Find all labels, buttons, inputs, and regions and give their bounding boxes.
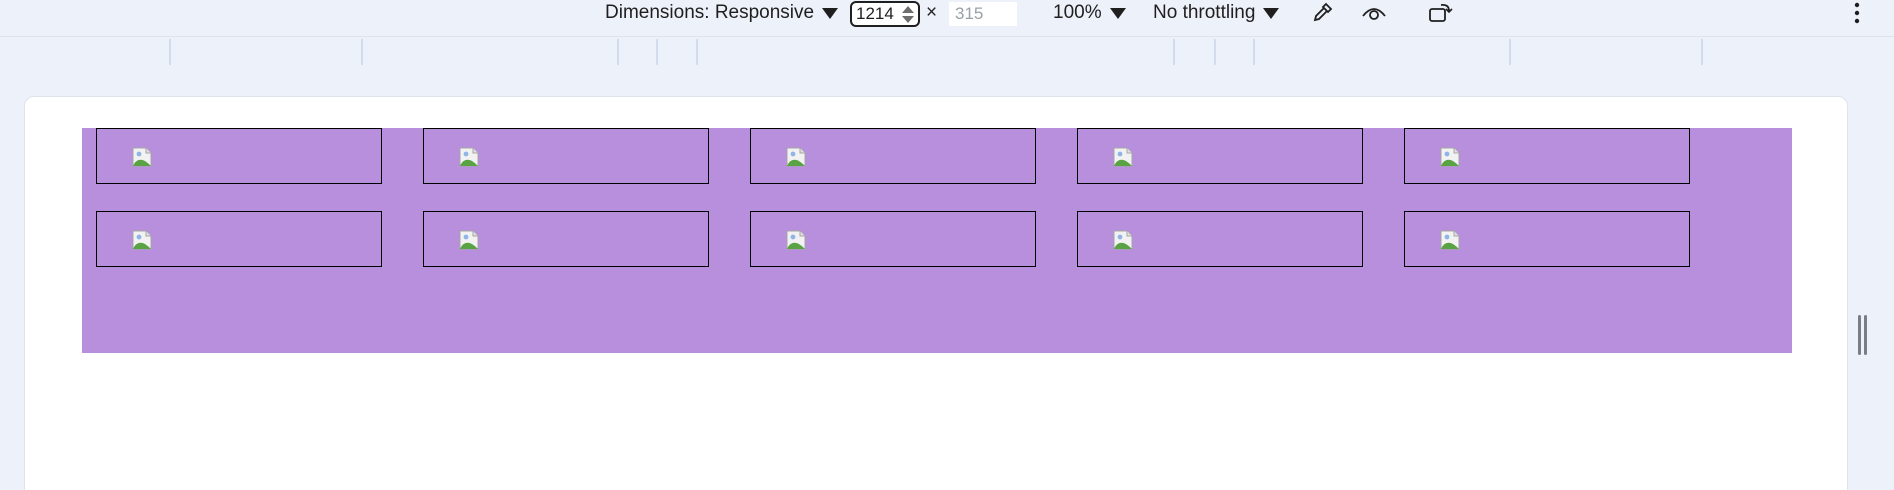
broken-image-icon — [1112, 146, 1134, 168]
width-input[interactable]: 1214 — [850, 1, 920, 27]
grid-cell — [423, 128, 709, 184]
broken-image-icon — [458, 146, 480, 168]
dimensions-label: Dimensions: Responsive — [605, 2, 815, 23]
rotate-icon[interactable] — [1425, 0, 1455, 26]
spinner-icon[interactable] — [901, 4, 915, 26]
dimensions-dropdown[interactable]: Dimensions: Responsive — [605, 0, 839, 26]
devtools-toolbar: Dimensions: Responsive 1214 × 315 100% N… — [0, 0, 1894, 36]
media-query-ruler — [0, 36, 1894, 66]
broken-image-icon — [131, 146, 153, 168]
grid-cell — [1404, 128, 1690, 184]
caret-down-icon — [1109, 7, 1126, 19]
grid-cell — [1077, 128, 1363, 184]
broken-image-icon — [785, 146, 807, 168]
width-value: 1214 — [856, 4, 894, 23]
broken-image-icon — [785, 229, 807, 251]
broken-image-icon — [131, 229, 153, 251]
height-input[interactable]: 315 — [949, 2, 1017, 26]
height-placeholder: 315 — [955, 4, 984, 23]
throttling-dropdown[interactable]: No throttling — [1153, 0, 1280, 26]
grid-cell — [1404, 211, 1690, 267]
broken-image-icon — [1439, 146, 1461, 168]
grid-container — [82, 128, 1792, 353]
zoom-dropdown[interactable]: 100% — [1053, 0, 1126, 26]
caret-down-icon — [1263, 7, 1280, 19]
eyedropper-icon[interactable] — [1307, 0, 1337, 26]
caret-down-icon — [822, 7, 839, 19]
grid-cell — [1077, 211, 1363, 267]
broken-image-icon — [1439, 229, 1461, 251]
times-symbol: × — [926, 2, 938, 23]
grid-cell — [750, 128, 1036, 184]
throttling-label: No throttling — [1153, 2, 1256, 23]
more-vert-icon[interactable] — [1842, 0, 1872, 26]
resize-handle[interactable] — [1858, 315, 1868, 355]
eye-icon[interactable] — [1359, 0, 1389, 26]
grid-cell — [423, 211, 709, 267]
broken-image-icon — [458, 229, 480, 251]
broken-image-icon — [1112, 229, 1134, 251]
grid-cell — [96, 128, 382, 184]
zoom-label: 100% — [1053, 2, 1102, 23]
grid-cell — [750, 211, 1036, 267]
grid-cell — [96, 211, 382, 267]
